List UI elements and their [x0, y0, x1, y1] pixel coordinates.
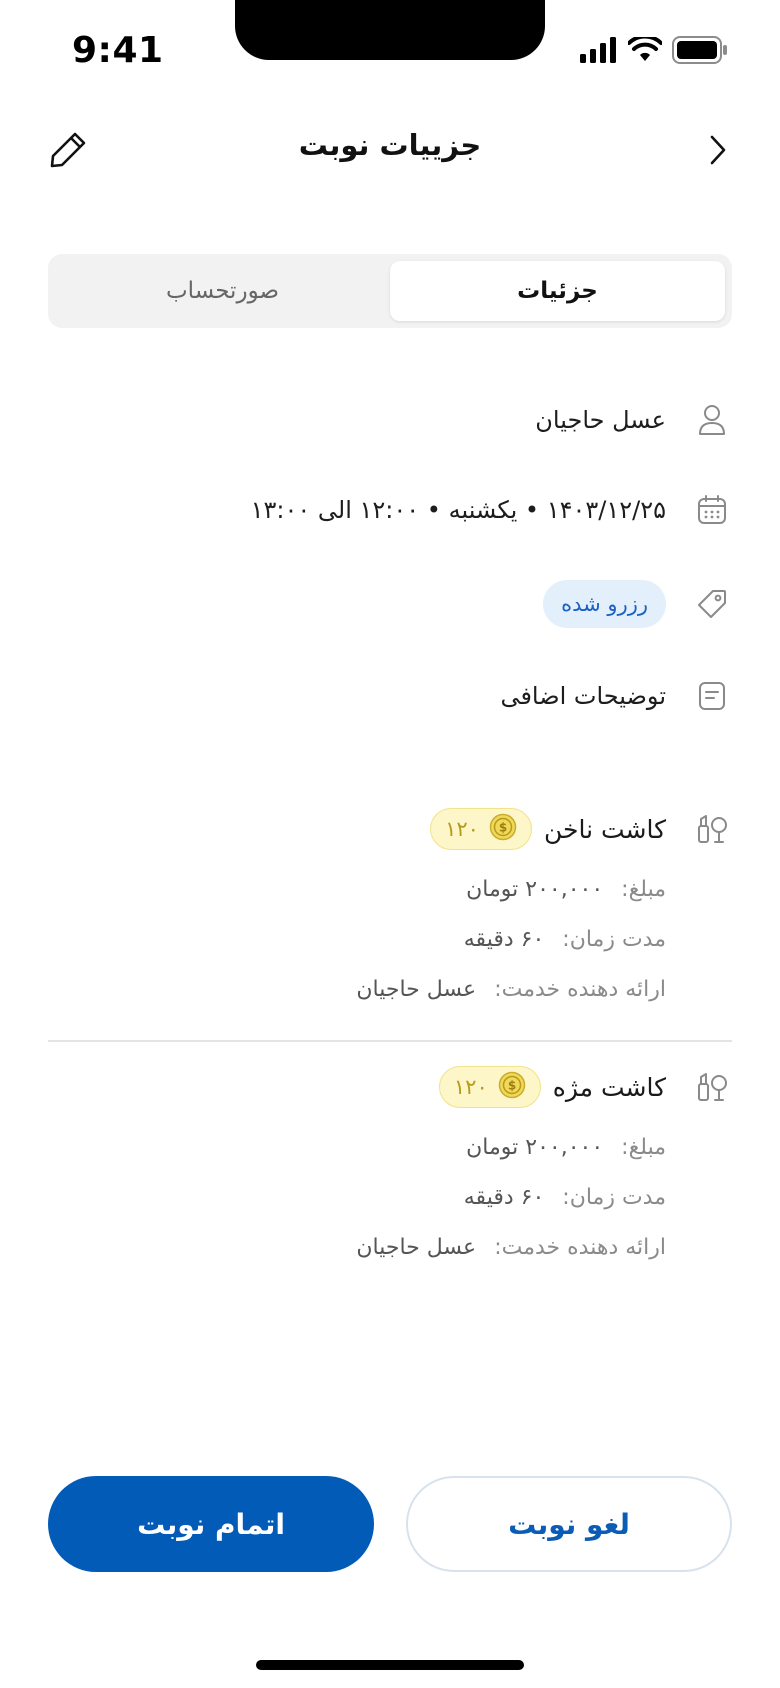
- price-line: مبلغ: ۲۰۰,۰۰۰ تومان: [48, 1122, 666, 1172]
- duration-line: مدت زمان: ۶۰ دقیقه: [48, 914, 666, 964]
- coin-value: ۱۲۰: [445, 817, 479, 841]
- duration-label: مدت زمان:: [562, 926, 666, 952]
- header: جزییات نوبت: [0, 110, 780, 190]
- tab-invoice[interactable]: صورتحساب: [55, 261, 390, 321]
- service-header: کاشت مژه $ ۱۲۰: [48, 1062, 732, 1112]
- service-name: کاشت ناخن: [543, 814, 666, 844]
- pencil-icon: [48, 130, 88, 174]
- svg-text:$: $: [499, 821, 507, 835]
- provider-line: ارائه دهنده خدمت: عسل حاجیان: [48, 1222, 666, 1272]
- status-bar: 9:41: [0, 0, 780, 100]
- service-item: کاشت مژه $ ۱۲۰ مبلغ: ۲۰۰,۰۰۰ تومان مدت ز…: [48, 1062, 732, 1272]
- signal-icon: [580, 37, 618, 67]
- provider-label: ارائه دهنده خدمت:: [494, 976, 666, 1002]
- tab-details[interactable]: جزئیات: [390, 261, 725, 321]
- tabs: جزئیات صورتحساب: [48, 254, 732, 328]
- chevron-right-icon: [708, 134, 728, 170]
- duration-value: ۶۰ دقیقه: [463, 1184, 545, 1210]
- notch: [235, 0, 545, 60]
- edit-button[interactable]: [44, 128, 92, 176]
- coin-icon: $: [498, 1071, 526, 1103]
- complete-appointment-button[interactable]: اتمام نوبت: [48, 1476, 374, 1572]
- svg-text:$: $: [508, 1079, 516, 1093]
- price-value: ۲۰۰,۰۰۰ تومان: [466, 876, 604, 902]
- note-icon: [692, 676, 732, 716]
- service-item: کاشت ناخن $ ۱۲۰ مبلغ: ۲۰۰,۰۰۰ تومان مدت …: [48, 804, 732, 1014]
- provider-value: عسل حاجیان: [356, 976, 477, 1002]
- coin-value: ۱۲۰: [453, 1075, 488, 1099]
- status-row: رزرو شده: [48, 576, 732, 632]
- provider-line: ارائه دهنده خدمت: عسل حاجیان: [48, 964, 666, 1014]
- beauty-icon: [692, 1067, 732, 1107]
- coin-badge: $ ۱۲۰: [430, 808, 532, 850]
- customer-name: عسل حاجیان: [535, 406, 666, 434]
- user-icon: [692, 400, 732, 440]
- status-time: 9:41: [72, 30, 164, 71]
- price-label: مبلغ:: [621, 876, 666, 902]
- status-badge: رزرو شده: [543, 580, 666, 628]
- datetime-row: ۱۴۰۳/۱۲/۲۵ • یکشنبه • ۱۲:۰۰ الی ۱۳:۰۰: [48, 482, 732, 538]
- price-label: مبلغ:: [621, 1134, 666, 1160]
- provider-value: عسل حاجیان: [356, 1234, 477, 1260]
- coin-icon: $: [489, 813, 517, 845]
- notes-row[interactable]: توضیحات اضافی: [48, 668, 732, 724]
- provider-label: ارائه دهنده خدمت:: [494, 1234, 666, 1260]
- back-button[interactable]: [696, 130, 740, 174]
- appointment-datetime: ۱۴۰۳/۱۲/۲۵ • یکشنبه • ۱۲:۰۰ الی ۱۳:۰۰: [250, 496, 666, 524]
- cancel-appointment-button[interactable]: لغو نوبت: [406, 1476, 732, 1572]
- battery-icon: [672, 36, 728, 68]
- duration-value: ۶۰ دقیقه: [463, 926, 545, 952]
- duration-line: مدت زمان: ۶۰ دقیقه: [48, 1172, 666, 1222]
- customer-row: عسل حاجیان: [48, 392, 732, 448]
- beauty-icon: [692, 809, 732, 849]
- home-indicator: [256, 1660, 524, 1670]
- price-value: ۲۰۰,۰۰۰ تومان: [466, 1134, 604, 1160]
- wifi-icon: [627, 34, 663, 67]
- extra-notes: توضیحات اضافی: [500, 682, 666, 710]
- divider: [48, 1040, 732, 1042]
- coin-badge: $ ۱۲۰: [438, 1066, 541, 1108]
- tag-icon: [692, 584, 732, 624]
- service-header: کاشت ناخن $ ۱۲۰: [48, 804, 732, 854]
- price-line: مبلغ: ۲۰۰,۰۰۰ تومان: [48, 864, 666, 914]
- calendar-icon: [692, 490, 732, 530]
- duration-label: مدت زمان:: [562, 1184, 666, 1210]
- page-title: جزییات نوبت: [298, 128, 482, 162]
- service-name: کاشت مژه: [552, 1072, 666, 1102]
- status-icons: [580, 34, 728, 68]
